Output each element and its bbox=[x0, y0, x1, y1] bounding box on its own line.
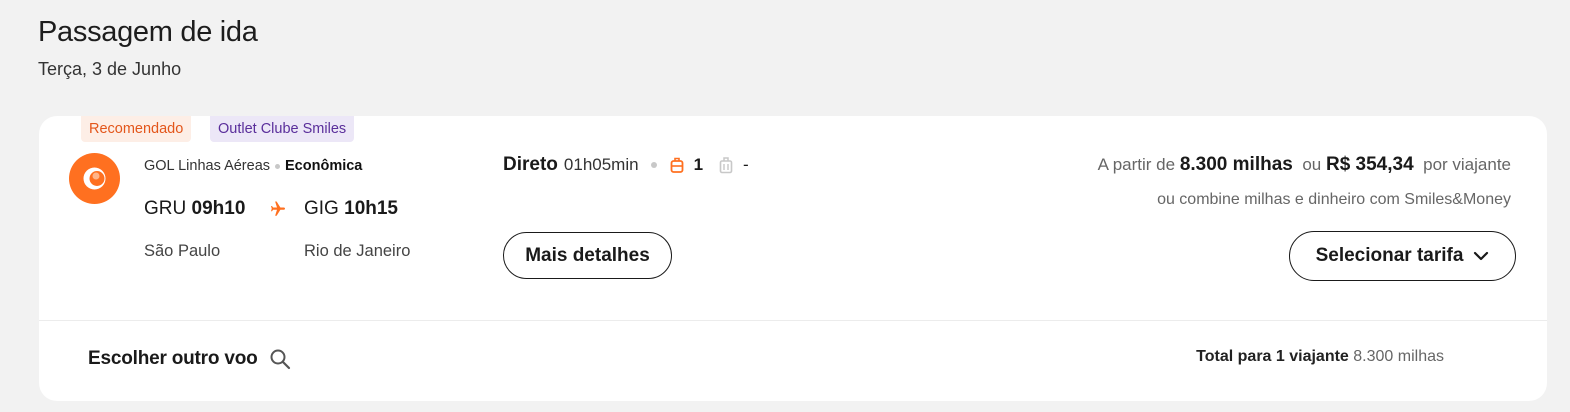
destination-code: GIG bbox=[304, 198, 339, 219]
origin-city: São Paulo bbox=[144, 242, 221, 260]
departure-time: 09h10 bbox=[191, 198, 246, 219]
price-line: A partir de 8.300 milhas ou R$ 354,34 po… bbox=[1098, 154, 1511, 176]
origin-code: GRU bbox=[144, 198, 187, 219]
price-prefix: A partir de bbox=[1097, 155, 1176, 174]
destination-city: Rio de Janeiro bbox=[304, 242, 411, 260]
outlet-badge: Outlet Clube Smiles bbox=[210, 116, 355, 142]
separator-dot bbox=[650, 162, 657, 168]
arrival-time: 10h15 bbox=[344, 198, 398, 219]
page-date: Terça, 3 de Junho bbox=[38, 59, 182, 79]
carry-on-bag-icon bbox=[670, 157, 683, 173]
total-label: Total para 1 viajante bbox=[1196, 348, 1349, 365]
cabin-class: Econômica bbox=[285, 158, 363, 174]
chevron-down-icon bbox=[1474, 251, 1489, 261]
search-icon bbox=[270, 349, 290, 370]
origin: GRU 09h10 bbox=[144, 198, 245, 220]
price-or: ou bbox=[1302, 155, 1322, 174]
duration: 01h05min bbox=[563, 155, 639, 174]
smiles-money-text: ou combine milhas e dinheiro com Smiles&… bbox=[1157, 191, 1511, 208]
details-button[interactable]: Mais detalhes bbox=[503, 232, 672, 279]
price-miles: 8.300 milhas bbox=[1179, 154, 1293, 175]
checked-bag-value: - bbox=[743, 155, 749, 174]
select-fare-label: Selecionar tarifa bbox=[1315, 245, 1464, 266]
select-fare-button[interactable]: Selecionar tarifa bbox=[1289, 231, 1516, 281]
total-value: 8.300 milhas bbox=[1353, 348, 1444, 365]
separator-dot bbox=[275, 163, 281, 169]
choose-other-flight-label: Escolher outro voo bbox=[88, 348, 258, 369]
airline-name: GOL Linhas Aéreas bbox=[144, 158, 271, 174]
choose-other-flight-button[interactable]: Escolher outro voo bbox=[88, 347, 292, 371]
gol-logo-icon bbox=[69, 153, 120, 204]
carry-on-count: 1 bbox=[693, 155, 704, 174]
airline-info: GOL Linhas Aéreas Econômica bbox=[144, 158, 362, 174]
stops-label: Direto bbox=[503, 154, 558, 175]
price-suffix: por viajante bbox=[1423, 155, 1511, 174]
price-money: R$ 354,34 bbox=[1325, 154, 1414, 175]
flight-card: Recomendado Outlet Clube Smiles GOL Linh… bbox=[39, 116, 1547, 401]
checked-bag-icon bbox=[719, 157, 733, 174]
divider bbox=[39, 320, 1547, 321]
recommended-badge: Recomendado bbox=[81, 116, 192, 142]
flight-summary: Direto 01h05min 1 - bbox=[503, 154, 749, 176]
plane-icon bbox=[271, 201, 286, 216]
total-line: Total para 1 viajante 8.300 milhas bbox=[1196, 348, 1444, 366]
page-title: Passagem de ida bbox=[38, 16, 258, 48]
destination: GIG 10h15 bbox=[304, 198, 398, 220]
